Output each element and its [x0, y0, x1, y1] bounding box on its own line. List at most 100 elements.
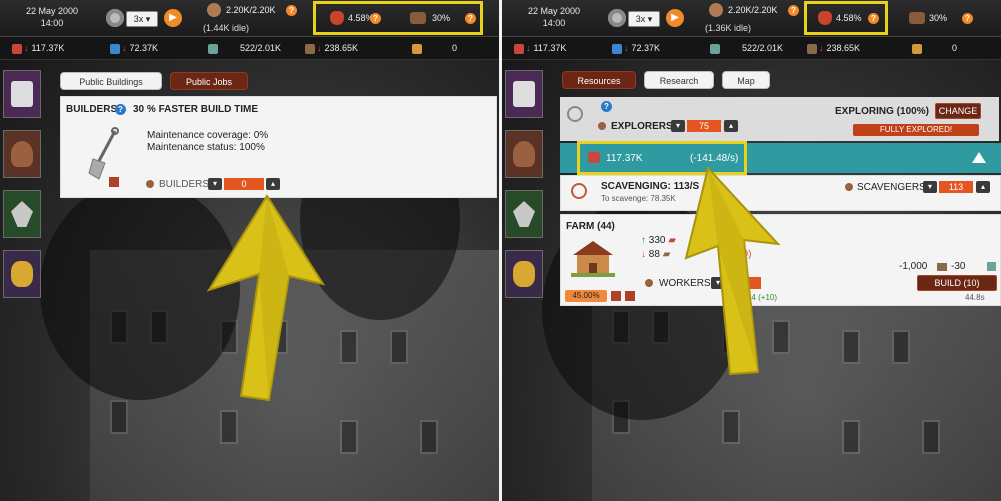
- population-icon: [709, 3, 723, 17]
- tab-resources[interactable]: Resources: [562, 71, 636, 89]
- help-icon[interactable]: ?: [601, 101, 612, 112]
- person-icon: [513, 141, 535, 167]
- resource-meat: ↓ 117.37K: [12, 41, 64, 55]
- resource-water: ↓ 72.37K: [110, 41, 158, 55]
- fuel-icon: [412, 43, 422, 54]
- build-cost-wood: -1,000: [899, 261, 928, 272]
- increase-explorers-button[interactable]: ▴: [724, 120, 738, 132]
- decrease-explorers-button[interactable]: ▾: [671, 120, 685, 132]
- chart-icon: [109, 177, 119, 187]
- highlight-box: [313, 1, 483, 35]
- building-icon: [513, 81, 535, 107]
- wood-icon: [807, 43, 817, 54]
- builders-card: BUILDERS ? 30 % FASTER BUILD TIME Mainte…: [60, 96, 497, 198]
- increase-builders-button[interactable]: ▴: [266, 178, 280, 190]
- speed-select[interactable]: 3x ▾: [628, 11, 660, 27]
- side-coins-button[interactable]: [3, 250, 41, 298]
- tab-public-buildings[interactable]: Public Buildings: [60, 72, 162, 90]
- build-time: 44.8s: [965, 293, 985, 302]
- help-icon[interactable]: ?: [286, 5, 297, 16]
- magnifier-icon: [567, 106, 583, 122]
- side-buildings-button[interactable]: [3, 70, 41, 118]
- tools-icon: [11, 201, 33, 227]
- builders-bonus: 30 % FASTER BUILD TIME: [133, 104, 259, 115]
- explorers-label: EXPLORERS: [611, 121, 673, 132]
- yellow-arrow: [195, 192, 335, 410]
- exploring-card: ? EXPLORERS ▾ 75 ▴ EXPLORING (100%) CHAN…: [560, 97, 999, 141]
- maintenance-status: Maintenance status: 100%: [147, 142, 265, 153]
- exploring-status: EXPLORING (100%): [835, 106, 929, 117]
- farm-consumption: ↓ 88 ▰: [641, 249, 671, 260]
- person-icon: [598, 122, 606, 130]
- resource-fuel: 0: [412, 41, 457, 55]
- wood-icon: [305, 43, 315, 54]
- help-icon[interactable]: ?: [788, 5, 799, 16]
- speed-select[interactable]: 3x ▾: [126, 11, 158, 27]
- explorers-value[interactable]: 75: [687, 120, 721, 132]
- resource-cloth: 522/2.01K: [710, 41, 783, 55]
- increase-scavengers-button[interactable]: ▴: [976, 181, 990, 193]
- coins-icon: [11, 261, 33, 287]
- build-button[interactable]: BUILD (10): [917, 275, 997, 291]
- decrease-scavengers-button[interactable]: ▾: [923, 181, 937, 193]
- farm-title: FARM (44): [566, 221, 615, 232]
- scavengers-value[interactable]: 113: [939, 181, 973, 193]
- gear-icon[interactable]: [106, 9, 124, 27]
- resource-cloth: 522/2.01K: [208, 41, 281, 55]
- cloth-icon: [208, 43, 218, 54]
- meat-icon: [12, 43, 22, 54]
- build-cost-other: -30: [951, 261, 966, 272]
- right-game-view: 22 May 2000 14:00 3x ▾ ▶ 2.20K/2.20K ? (1…: [502, 0, 1001, 501]
- population-icon: [207, 3, 221, 17]
- cloth-icon: [987, 262, 996, 271]
- water-icon: [110, 43, 120, 54]
- help-icon[interactable]: ?: [962, 13, 973, 24]
- builders-label: BUILDERS: [159, 179, 210, 190]
- side-people-button[interactable]: [3, 130, 41, 178]
- magnifier-icon: [571, 183, 587, 199]
- water-icon: [612, 43, 622, 54]
- scavengers-label: SCAVENGERS:: [857, 182, 929, 193]
- tab-research[interactable]: Research: [644, 71, 714, 89]
- decrease-builders-button[interactable]: ▾: [208, 178, 222, 190]
- side-tools-button[interactable]: [3, 190, 41, 238]
- tab-map[interactable]: Map: [722, 71, 770, 89]
- food-ratio: 30%: [929, 13, 948, 23]
- side-buildings-button[interactable]: [505, 70, 543, 118]
- fully-explored-banner: FULLY EXPLORED!: [853, 124, 979, 136]
- population-count: 2.20K/2.20K: [728, 5, 778, 15]
- person-icon: [11, 141, 33, 167]
- play-icon[interactable]: ▶: [164, 9, 182, 27]
- fuel-icon: [912, 43, 922, 54]
- left-game-view: 22 May 2000 14:00 3x ▾ ▶ 2.20K/2.20K ? (1…: [0, 0, 499, 501]
- side-coins-button[interactable]: [505, 250, 543, 298]
- tab-public-jobs[interactable]: Public Jobs: [170, 72, 248, 90]
- farm-output: ↑ 330 ▰: [641, 235, 676, 246]
- tools-icon: [513, 201, 535, 227]
- side-people-button[interactable]: [505, 130, 543, 178]
- chart-icon[interactable]: [611, 291, 621, 301]
- screenshot-pair: 22 May 2000 14:00 3x ▾ ▶ 2.20K/2.20K ? (1…: [0, 0, 1001, 501]
- maintenance-coverage: Maintenance coverage: 0%: [147, 130, 269, 141]
- shovel-icon: [83, 127, 123, 182]
- change-button[interactable]: CHANGE: [935, 103, 981, 119]
- person-icon: [845, 183, 853, 191]
- trash-icon[interactable]: [625, 291, 635, 301]
- person-icon: [146, 180, 154, 188]
- idle-count: (1.44K idle): [203, 23, 250, 33]
- coins-icon: [513, 261, 535, 287]
- idle-count: (1.36K idle): [705, 23, 752, 33]
- gear-icon[interactable]: [608, 9, 626, 27]
- builders-value[interactable]: 0: [224, 178, 264, 190]
- population-count: 2.20K/2.20K: [226, 5, 276, 15]
- side-tools-button[interactable]: [505, 190, 543, 238]
- cloth-icon: [710, 43, 720, 54]
- yellow-arrow: [682, 160, 792, 383]
- farm-efficiency: 45.00%: [565, 290, 607, 302]
- person-icon: [645, 279, 653, 287]
- food-icon: [909, 12, 925, 24]
- help-icon[interactable]: ?: [115, 104, 126, 115]
- date-display: 22 May 2000 14:00: [527, 6, 581, 28]
- collapse-icon[interactable]: [972, 152, 986, 163]
- play-icon[interactable]: ▶: [666, 9, 684, 27]
